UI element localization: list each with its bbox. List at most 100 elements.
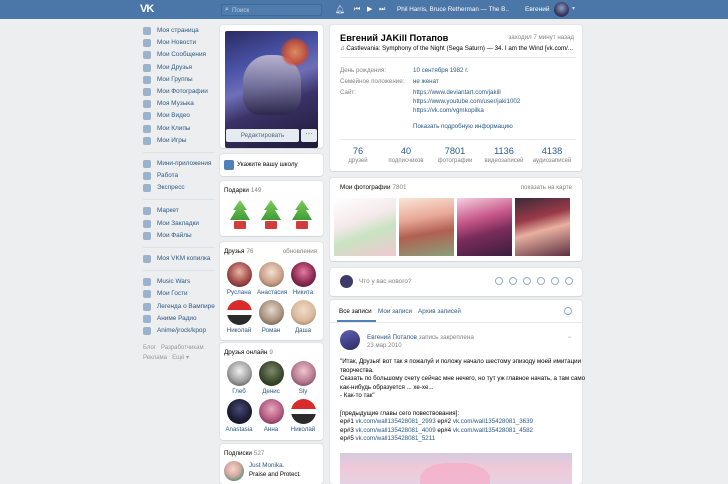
nav-item-vkm-kopilka[interactable]: Моя VKM копилка [143, 253, 218, 265]
gift-item[interactable] [259, 198, 283, 230]
profile-status-line[interactable]: ♫ Castlevania: Symphony of the Night (Se… [340, 44, 576, 53]
nav-item-messages[interactable]: Мои Сообщения [143, 49, 218, 61]
friend-item[interactable]: Даша [289, 300, 317, 335]
footer-link-blog[interactable]: Блог [143, 345, 156, 351]
post-author-avatar[interactable] [340, 330, 360, 350]
user-avatar[interactable] [554, 2, 569, 17]
poll-icon[interactable] [537, 277, 545, 285]
user-name[interactable]: Евгений [525, 4, 549, 15]
birthday-link[interactable]: 10 сентября 1982 г. [413, 66, 468, 75]
gift-icon[interactable] [551, 277, 559, 285]
chevron-down-icon[interactable]: ⌄ [567, 333, 572, 342]
school-prompt[interactable]: Укажите вашу школу [220, 154, 323, 176]
photo-thumb[interactable] [515, 198, 570, 256]
friend-item[interactable]: Руслана [225, 262, 253, 297]
nav-item-work[interactable]: Работа [143, 170, 218, 182]
nav-item-market[interactable]: Маркет [143, 205, 218, 217]
nav-item-files[interactable]: Мои Файлы [143, 230, 218, 242]
status-link[interactable]: не женат [413, 77, 439, 86]
prev-track-icon[interactable]: ⏮ [354, 5, 360, 14]
tab-all-posts[interactable]: Все записи [339, 307, 372, 316]
counter-friends[interactable]: 76 друзей [334, 146, 382, 165]
play-icon[interactable]: ▶ [367, 5, 372, 14]
nav-item-clips[interactable]: Мои Клипы [143, 123, 218, 135]
online-friend-item[interactable]: Anastasia [225, 399, 253, 434]
nav-item-express[interactable]: Экспресс [143, 182, 218, 194]
nav-item-guests[interactable]: Мои Гости [143, 288, 218, 300]
now-playing[interactable]: Phil Harris, Bruce Retherman — The B... [397, 4, 509, 15]
nav-item-games[interactable]: Мои Игры [143, 135, 218, 147]
settings-icon[interactable] [565, 277, 573, 285]
counter-audio[interactable]: 4138 аудиозаписей [528, 146, 576, 165]
nav-item-groups[interactable]: Мои Группы [143, 74, 218, 86]
video-icon[interactable] [509, 277, 517, 285]
chevron-down-icon[interactable]: ▾ [572, 5, 575, 14]
nav-item-vampire-legend[interactable]: Легенда о Вампире [143, 301, 218, 313]
gift-item[interactable] [228, 198, 252, 230]
online-friend-item[interactable]: Sly [289, 361, 317, 396]
gift-item[interactable] [290, 198, 314, 230]
friend-item[interactable]: Николай [225, 300, 253, 335]
show-on-map-link[interactable]: показать на карте [521, 183, 572, 192]
nav-item-anime-jrock[interactable]: Anime/jrock/kpop [143, 325, 218, 337]
nav-item-bookmarks[interactable]: Мои Закладки [143, 218, 218, 230]
photo-thumb[interactable] [334, 198, 396, 256]
photo-thumb[interactable] [457, 198, 512, 256]
camera-icon[interactable] [495, 277, 503, 285]
footer-link-developers[interactable]: Разработчикам [161, 345, 204, 351]
episode-link[interactable]: vk.com/wall135428081_2993 [355, 418, 435, 425]
counter-photos[interactable]: 7801 фотографии [431, 146, 479, 165]
photos-title[interactable]: Мои фотографии 7801 [340, 183, 406, 192]
post-date[interactable]: 23 мар 2010 [367, 342, 402, 350]
episode-link[interactable]: vk.com/wall135428081_4582 [453, 427, 533, 434]
online-title[interactable]: Друзья онлайн 9 [224, 348, 273, 357]
footer-link-ads[interactable]: Реклама [143, 355, 167, 361]
bell-icon[interactable]: 🔔︎ [335, 5, 345, 14]
nav-item-photos[interactable]: Мои Фотографии [143, 86, 218, 98]
more-actions-button[interactable]: ··· [301, 129, 317, 142]
subscription-avatar[interactable] [224, 461, 244, 481]
episode-link[interactable]: vk.com/wall135428081_5211 [355, 435, 435, 442]
music-icon[interactable] [523, 277, 531, 285]
friends-title[interactable]: Друзья 76 [224, 247, 253, 256]
online-friend-item[interactable]: Денис [257, 361, 285, 396]
friend-item[interactable]: Анастасия [257, 262, 287, 297]
site-link[interactable]: https://www.youtube.com/user/jaki1002 [413, 97, 520, 106]
site-link[interactable]: https://www.deviantart.com/jakill [413, 88, 501, 97]
nav-item-friends[interactable]: Мои Друзья [143, 62, 218, 74]
post-author[interactable]: Евгений Потапов запись закреплена [367, 333, 474, 342]
subscription-name[interactable]: Just Monika. [249, 462, 284, 470]
site-link[interactable]: https://vk.com/vgmkopilka [413, 106, 484, 115]
search-icon[interactable] [564, 307, 572, 315]
edit-profile-button[interactable]: Редактировать [226, 129, 299, 142]
tab-archive[interactable]: Архив записей [418, 307, 461, 316]
next-track-icon[interactable]: ⏭ [379, 5, 385, 14]
nav-item-music[interactable]: Моя Музыка [143, 98, 218, 110]
nav-item-anime-radio[interactable]: Аниме Радио [143, 313, 218, 325]
post-image[interactable] [340, 453, 572, 484]
gifts-title[interactable]: Подарки 149 [224, 186, 261, 195]
show-more-link[interactable]: Показать подробную информацию [413, 122, 513, 131]
online-friend-item[interactable]: Николай [289, 399, 317, 434]
nav-item-news[interactable]: Мои Новости [143, 37, 218, 49]
friends-updates-link[interactable]: обновления [283, 247, 317, 256]
online-friend-item[interactable]: Анна [257, 399, 285, 434]
nav-item-music-wars[interactable]: Music Wars [143, 276, 218, 288]
nav-item-mini-apps[interactable]: Мини-приложения [143, 158, 218, 170]
nav-item-my-page[interactable]: Моя страница [143, 25, 218, 37]
subs-title[interactable]: Подписки 527 [224, 449, 264, 458]
photo-thumb[interactable] [399, 198, 454, 256]
vk-logo-icon[interactable]: VK [140, 3, 158, 16]
friend-item[interactable]: Роман [257, 300, 285, 335]
new-post-input[interactable]: Что у вас нового? [359, 277, 412, 286]
friend-item[interactable]: Никита [289, 262, 317, 297]
nav-item-video[interactable]: Мои Видео [143, 110, 218, 122]
online-friend-item[interactable]: Глеб [225, 361, 253, 396]
episode-link[interactable]: vk.com/wall135428081_4009 [355, 427, 435, 434]
footer-link-more[interactable]: Ещё [172, 355, 184, 361]
search-input[interactable]: ⌕ Поиск [221, 4, 322, 16]
tab-my-posts[interactable]: Мои записи [378, 307, 412, 316]
counter-videos[interactable]: 1136 видеозаписей [480, 146, 528, 165]
episode-link[interactable]: vk.com/wall135428081_3639 [453, 418, 533, 425]
counter-followers[interactable]: 40 подписчиков [382, 146, 430, 165]
